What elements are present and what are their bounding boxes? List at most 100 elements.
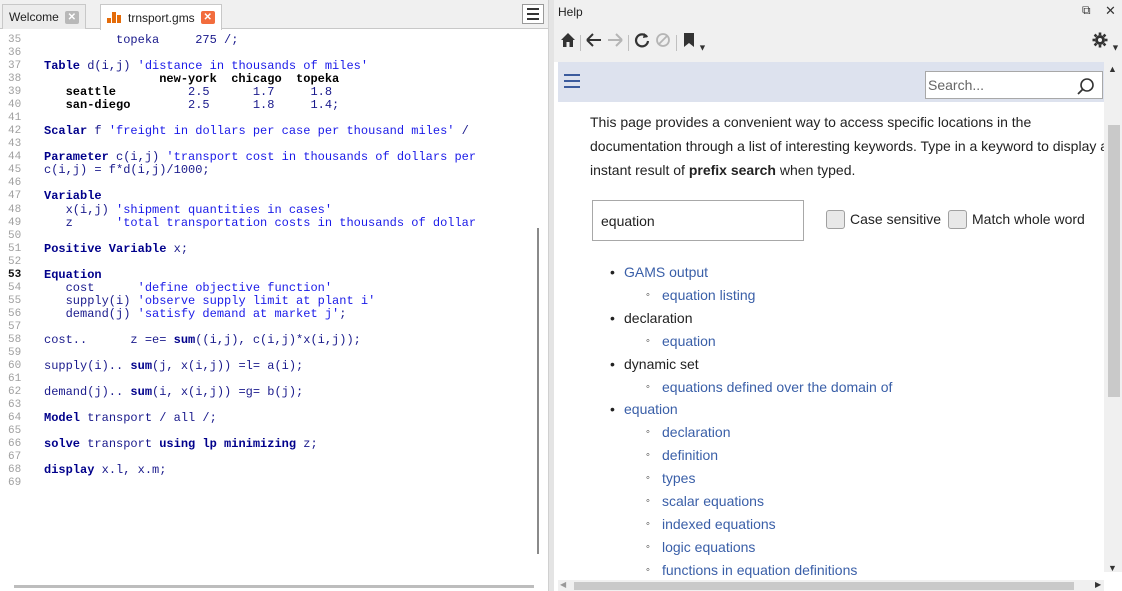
match-whole-word-checkbox[interactable] [948,210,967,229]
code-line[interactable]: 61 [0,373,548,386]
tab-trnsport-close-icon[interactable]: ✕ [200,11,215,24]
code-line[interactable]: 40 san-diego 2.5 1.8 1.4; [0,99,548,112]
editor-pane: Welcome ✕ trnsport.gms ✕ 35 topeka 275 /… [0,0,548,591]
code-line[interactable]: 64 Model transport / all /; [0,412,548,425]
result-link[interactable]: functions in equation definitions [662,562,857,578]
code-line[interactable]: 69 [0,477,548,490]
result-subtopic-item[interactable]: ◦ declaration [646,422,731,442]
result-subtopic-item[interactable]: ◦ equations defined over the domain of [646,377,892,397]
scroll-down-arrow-icon[interactable]: ▼ [1108,563,1117,573]
help-vertical-scroll-thumb[interactable] [1108,125,1120,397]
result-link[interactable]: scalar equations [662,493,764,509]
code-line[interactable]: 51 Positive Variable x; [0,242,548,256]
code-line[interactable]: 52 [0,256,548,269]
result-link[interactable]: equation [624,401,678,417]
code-line[interactable]: 65 [0,425,548,438]
editor-menu-icon[interactable] [522,4,544,24]
home-icon[interactable] [560,32,576,52]
code-line[interactable]: 56 demand(j) 'satisfy demand at market j… [0,307,548,321]
case-sensitive-checkbox[interactable] [826,210,845,229]
code-line[interactable]: 49 z 'total transportation costs in thou… [0,215,548,230]
result-link[interactable]: equation listing [662,287,755,303]
line-number: 66 [8,438,22,451]
line-number: 37 [8,60,22,73]
code-token: 2.5 1.8 1.4; [130,98,340,113]
code-line[interactable]: 45 c(i,j) = f*d(i,j)/1000; [0,164,548,177]
tab-trnsport[interactable]: trnsport.gms ✕ [100,4,222,30]
gams-file-icon [107,12,123,23]
editor-horizontal-scrollbar[interactable] [14,585,534,588]
result-link[interactable]: equations defined over the domain of [662,379,892,395]
tab-welcome-close-icon[interactable]: ✕ [64,10,79,24]
result-subtopic-item[interactable]: ◦ functions in equation definitions [646,560,857,580]
result-link[interactable]: indexed equations [662,516,776,532]
code-text: demand(j).. sum(i, x(i,j)) =g= b(j); [44,386,303,399]
code-line[interactable]: 63 [0,399,548,412]
code-line[interactable]: 54 cost 'define objective function' [0,281,548,295]
result-topic-item[interactable]: • GAMS output [610,262,708,282]
result-subtopic-item[interactable]: ◦ equation [646,331,716,351]
result-subtopic-item[interactable]: ◦ indexed equations [646,514,776,534]
code-line[interactable]: 62 demand(j).. sum(i, x(i,j)) =g= b(j); [0,386,548,399]
bookmark-dropdown-icon[interactable]: ▼ [698,36,707,57]
result-link[interactable]: equation [662,333,716,349]
bullet-icon: • [610,355,615,372]
back-arrow-icon[interactable] [586,32,602,52]
line-number: 36 [8,47,22,60]
code-line[interactable]: 68 display x.l, x.m; [0,464,548,477]
line-number: 39 [8,86,22,99]
code-line[interactable]: 43 [0,138,548,151]
result-link[interactable]: logic equations [662,539,755,555]
code-token: 'total transportation costs in thousands… [116,215,477,230]
help-search-input[interactable] [928,74,1068,96]
help-document: This page provides a convenient way to a… [558,62,1104,591]
reload-icon[interactable] [634,32,650,52]
tab-welcome-label: Welcome [9,10,59,24]
scroll-left-arrow-icon[interactable]: ◀ [560,580,566,589]
code-editor[interactable]: 35 topeka 275 /; 36 37 Table d(i,j) 'distan… [0,30,548,580]
float-icon[interactable]: ⧉ [1082,3,1091,18]
result-subtopic-item[interactable]: ◦ definition [646,445,718,465]
result-link[interactable]: declaration [662,424,731,440]
close-icon[interactable]: ✕ [1105,3,1116,19]
code-line[interactable]: 47 Variable [0,190,548,203]
settings-dropdown-icon[interactable]: ▼ [1111,36,1120,57]
stop-icon[interactable] [655,32,671,52]
result-subtopic-item[interactable]: ◦ equation listing [646,285,755,305]
code-line[interactable]: 58 cost.. z =e= sum((i,j), c(i,j)*x(i,j))… [0,333,548,347]
result-topic-item[interactable]: • equation [610,399,678,419]
code-line[interactable]: 60 supply(i).. sum(j, x(i,j)) =l= a(i); [0,360,548,373]
keyword-input[interactable] [592,200,804,241]
result-link[interactable]: types [662,470,695,486]
code-token: demand(j).. [44,385,131,400]
code-line[interactable]: 36 [0,47,548,60]
code-token: new-york chicago topeka [44,72,340,87]
forward-arrow-icon[interactable] [607,32,623,52]
code-line[interactable]: 67 [0,451,548,464]
code-line[interactable]: 35 topeka 275 /; [0,34,548,47]
editor-tabbar: Welcome ✕ trnsport.gms ✕ [0,0,548,30]
line-number: 51 [8,242,22,255]
result-link[interactable]: definition [662,447,718,463]
code-line[interactable]: 59 [0,347,548,360]
editor-vertical-scrollbar[interactable] [537,228,539,554]
code-line[interactable]: 66 solve transport using lp minimizing z; [0,438,548,451]
bookmark-icon[interactable] [682,32,696,52]
result-subtopic-item[interactable]: ◦ scalar equations [646,491,764,511]
gear-icon[interactable] [1092,32,1108,52]
result-subtopic-item[interactable]: ◦ logic equations [646,537,755,557]
result-subtopic-item[interactable]: ◦ types [646,468,695,488]
circle-bullet-icon: ◦ [646,472,650,485]
code-line[interactable]: 38 new-york chicago topeka [0,73,548,86]
tab-welcome[interactable]: Welcome ✕ [2,4,86,29]
code-token: topeka 275 /; [44,33,239,47]
search-icon[interactable] [1076,77,1096,97]
circle-bullet-icon: ◦ [646,517,650,530]
menu-icon[interactable] [564,74,580,88]
line-number: 35 [8,34,22,46]
help-horizontal-scroll-thumb[interactable] [574,582,1074,590]
code-line[interactable]: 42 Scalar f 'freight in dollars per case … [0,125,548,138]
result-link[interactable]: GAMS output [624,264,708,280]
scroll-up-arrow-icon[interactable]: ▲ [1108,64,1117,74]
scroll-right-arrow-icon[interactable]: ▶ [1095,580,1101,589]
